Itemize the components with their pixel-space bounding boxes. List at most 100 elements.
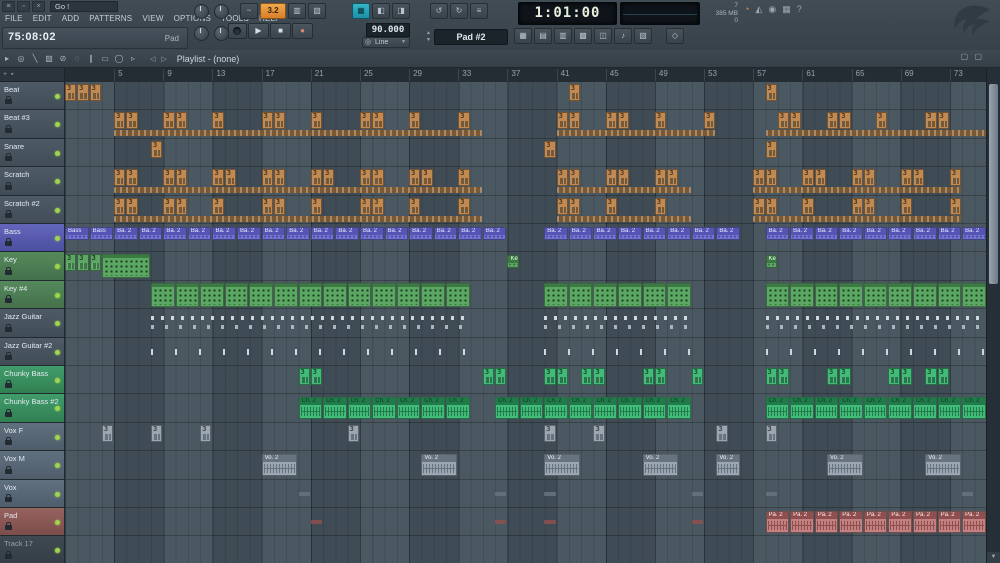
playlist-row-snare[interactable]: 3 3 3 <box>65 139 987 168</box>
playlist-clip[interactable]: 3 <box>409 112 421 130</box>
playlist-clip[interactable]: 3 <box>458 197 470 215</box>
playlist-clip[interactable]: Ch. 2 <box>495 397 519 420</box>
snap-icon[interactable] <box>14 52 28 65</box>
playlist-clip[interactable]: Ch. 2 <box>544 397 568 420</box>
playlist-clip[interactable]: 3 <box>900 368 912 385</box>
record-led[interactable] <box>55 150 60 156</box>
playlist-clip[interactable]: Vo. 2 <box>642 454 679 477</box>
playlist-clip[interactable]: 3 <box>863 197 876 215</box>
playlist-clip[interactable]: 3 <box>458 112 470 130</box>
track-header-vox-m[interactable]: Vox M <box>0 451 65 480</box>
playlist-clip[interactable] <box>200 282 224 307</box>
playlist-clip[interactable]: 3 <box>372 169 384 187</box>
playlist-clip[interactable]: 3 <box>126 112 138 130</box>
minimize-icon[interactable]: ▫ <box>17 0 30 12</box>
playlist-clip[interactable]: Ch. 2 <box>765 397 790 420</box>
playlist-clip[interactable]: 3 <box>310 368 323 385</box>
delete-tool-icon[interactable] <box>56 52 70 65</box>
lock-icon[interactable] <box>5 437 12 446</box>
playlist-clip[interactable]: 3 <box>716 424 728 442</box>
playlist-row-chunky-bass[interactable]: 3333333333333333333 <box>65 366 987 395</box>
playlist-clip[interactable]: 3 <box>593 368 605 385</box>
playlist-row-key-4[interactable] <box>65 281 987 310</box>
playlist-clip[interactable]: Pa. 2 <box>937 511 962 533</box>
lock-icon[interactable] <box>5 266 12 275</box>
playlist-clip[interactable]: 3 <box>175 169 187 187</box>
playlist-clip[interactable]: 3 <box>200 424 212 442</box>
playlist-clip[interactable]: 3 <box>642 368 654 385</box>
track-header-jazz-guitar-2[interactable]: Jazz Guitar #2 <box>0 337 65 366</box>
playlist-clip[interactable] <box>556 130 716 137</box>
pattern-spinner[interactable]: ▲ ▼ <box>424 30 433 44</box>
track-header-scratch-2[interactable]: Scratch #2 <box>0 195 65 224</box>
playlist-clip[interactable]: 3 <box>212 169 224 187</box>
playlist-clip[interactable]: Pa. 2 <box>765 511 790 533</box>
playlist-clip[interactable]: 3 <box>556 197 568 215</box>
playlist-clip[interactable]: 3 <box>101 424 114 442</box>
record-led[interactable] <box>55 321 60 327</box>
lock-icon[interactable] <box>5 380 12 389</box>
playlist-clip[interactable]: Ch. 2 <box>790 397 814 420</box>
playlist-clip[interactable]: Ba. 2 <box>962 227 986 240</box>
playlist-clip[interactable]: Ba. 2 <box>814 227 839 240</box>
playlist-clip[interactable]: 3 <box>937 368 949 385</box>
playlist-clip[interactable] <box>298 282 323 307</box>
menu-view[interactable]: VIEW <box>137 13 168 25</box>
playlist-clip[interactable]: 3 <box>114 112 126 130</box>
main-pitch-knob[interactable] <box>214 4 229 19</box>
menu-file[interactable]: FILE <box>0 13 28 25</box>
playlist-clip[interactable] <box>913 282 937 307</box>
playlist-clip[interactable]: 3 <box>544 368 556 385</box>
playlist-clip[interactable]: Ba. 2 <box>482 227 507 240</box>
playlist-clip[interactable]: 3 <box>704 112 716 130</box>
record-led[interactable] <box>55 548 60 554</box>
midi-left-icon[interactable]: ◧ <box>372 3 390 19</box>
playlist-clip[interactable]: 3 <box>495 368 507 385</box>
playlist-clip[interactable]: 3 <box>65 254 77 272</box>
record-led[interactable] <box>55 264 60 270</box>
playlist-clip[interactable]: Ch. 2 <box>421 397 445 420</box>
playlist-clip[interactable]: 3 <box>359 169 372 187</box>
playlist-clip[interactable]: 3 <box>65 84 77 101</box>
playlist-clip[interactable] <box>273 282 298 307</box>
playlist-clip[interactable]: 3 <box>851 197 863 215</box>
playlist-clip[interactable]: 3 <box>802 197 814 215</box>
playlist-clip[interactable]: 3 <box>900 197 912 215</box>
playlist-clip[interactable]: 3 <box>949 197 962 215</box>
playlist-clip[interactable]: Ba. 2 <box>433 227 458 240</box>
playlist-clip[interactable]: 3 <box>568 169 581 187</box>
playlist-row-scratch[interactable]: 333333333333333333333333333333 <box>65 167 987 196</box>
playlist-clip[interactable]: Ba. 2 <box>310 227 335 240</box>
playlist-clip[interactable]: 3 <box>851 169 863 187</box>
lock-icon[interactable] <box>5 465 12 474</box>
playlist-clip[interactable]: Ba. 2 <box>187 227 212 240</box>
scroll-down-icon[interactable]: ▼ <box>987 552 1000 563</box>
playlist-clip[interactable]: 3 <box>593 424 605 442</box>
playlist-clip[interactable] <box>642 282 667 307</box>
playlist-clip[interactable]: Ch. 2 <box>888 397 912 420</box>
playlist-clip[interactable] <box>544 520 556 524</box>
playlist-clip[interactable] <box>421 282 445 307</box>
playlist-clip[interactable]: Ba. 2 <box>335 227 359 240</box>
playlist-clip[interactable]: 3 <box>261 169 273 187</box>
playlist-clip[interactable]: 3 <box>777 112 790 130</box>
keyboard-icon[interactable]: ▦ <box>782 4 791 15</box>
playlist-clip[interactable]: 3 <box>126 197 138 215</box>
playlist-row-beat[interactable]: 33333 <box>65 82 987 111</box>
playlist-clip[interactable]: 3 <box>605 197 618 215</box>
playlist-clip[interactable]: 3 <box>605 169 618 187</box>
playlist-clip[interactable] <box>114 187 482 194</box>
playlist-clip[interactable]: Pa. 2 <box>913 511 937 533</box>
playlist-clip[interactable]: 3 <box>212 112 224 130</box>
playlist-clip[interactable]: 3 <box>175 197 187 215</box>
lock-icon[interactable] <box>5 124 12 133</box>
playlist-clip[interactable]: 3 <box>347 424 359 442</box>
record-led[interactable] <box>55 378 60 383</box>
playlist-clip[interactable]: 3 <box>826 112 839 130</box>
playlist-clip[interactable]: Pa. 2 <box>790 511 814 533</box>
draw-tool-icon[interactable] <box>28 52 42 65</box>
playlist-clip[interactable] <box>765 130 986 137</box>
playlist-clip[interactable]: 3 <box>359 112 372 130</box>
playlist-clip[interactable]: 3 <box>654 169 667 187</box>
playlist-clip[interactable] <box>544 491 556 496</box>
